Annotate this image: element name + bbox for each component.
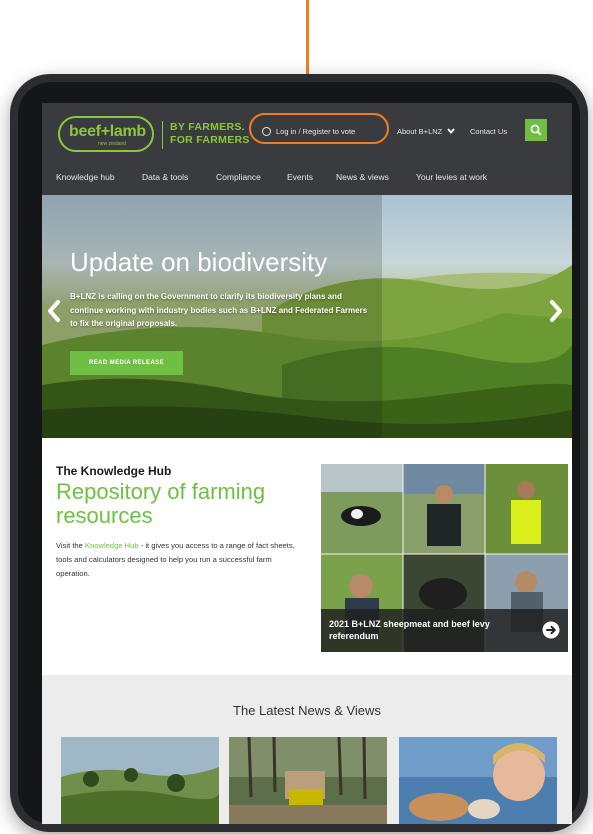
read-media-release-button[interactable]: READ MEDIA RELEASE — [70, 351, 183, 375]
chevron-down-icon — [447, 128, 456, 134]
news-card-2[interactable] — [229, 737, 387, 824]
news-image-forest — [61, 737, 219, 824]
latest-news-title: The Latest News & Views — [233, 703, 381, 718]
chevron-left-icon[interactable] — [46, 299, 62, 323]
feature-caption: 2021 B+LNZ sheepmeat and beef levy refer… — [329, 619, 490, 641]
tagline-line-1: BY FARMERS. — [170, 121, 245, 133]
logo-divider — [162, 121, 163, 149]
site-logo[interactable]: beef+lamb new zealand — [58, 116, 154, 152]
nav-item-knowledge-hub[interactable]: Knowledge hub — [56, 172, 115, 182]
knowledge-hub-body: Visit the Knowledge Hub - it gives you a… — [56, 539, 306, 581]
user-icon — [262, 127, 271, 136]
about-menu[interactable]: About B+LNZ — [397, 127, 456, 136]
main-nav: Knowledge hub Data & tools Compliance Ev… — [42, 159, 572, 195]
about-label: About B+LNZ — [397, 127, 443, 136]
news-image-logging — [229, 737, 387, 824]
logo-subtext: new zealand — [98, 141, 127, 147]
arrow-right-circle-icon[interactable] — [542, 621, 560, 639]
levy-referendum-feature[interactable]: 2021 B+LNZ sheepmeat and beef levy refer… — [321, 464, 568, 652]
chevron-right-icon[interactable] — [548, 299, 564, 323]
nav-item-levies[interactable]: Your levies at work — [416, 172, 487, 182]
knowledge-hub-eyebrow: The Knowledge Hub — [56, 464, 172, 478]
nav-item-events[interactable]: Events — [287, 172, 313, 182]
knowledge-hub-link[interactable]: Knowledge Hub — [85, 541, 139, 550]
nav-item-data-tools[interactable]: Data & tools — [142, 172, 188, 182]
website-screen: beef+lamb new zealand BY FARMERS. FOR FA… — [42, 103, 572, 824]
body-prefix: Visit the — [56, 541, 85, 550]
login-register-link[interactable]: Log in / Register to vote — [262, 127, 355, 136]
site-tagline: BY FARMERS. FOR FARMERS — [170, 121, 250, 147]
news-card-1[interactable] — [61, 737, 219, 824]
contact-us-link[interactable]: Contact Us — [470, 127, 507, 136]
search-icon — [530, 124, 542, 136]
latest-news-section: The Latest News & Views — [42, 675, 572, 824]
knowledge-hub-title: Repository of farming resources — [56, 479, 266, 528]
nav-item-news-views[interactable]: News & views — [336, 172, 389, 182]
hero-slider: Update on biodiversity B+LNZ is calling … — [42, 195, 572, 438]
news-card-3[interactable] — [399, 737, 557, 824]
tablet-frame: beef+lamb new zealand BY FARMERS. FOR FA… — [10, 74, 588, 832]
feature-caption-bar: 2021 B+LNZ sheepmeat and beef levy refer… — [321, 609, 568, 652]
hero-text: B+LNZ is calling on the Government to cl… — [70, 292, 368, 328]
site-header: beef+lamb new zealand BY FARMERS. FOR FA… — [42, 103, 572, 195]
page: beef+lamb new zealand BY FARMERS. FOR FA… — [0, 0, 593, 834]
news-image-child-eating — [399, 737, 557, 824]
search-button[interactable] — [525, 119, 547, 141]
hero-title: Update on biodiversity — [70, 247, 328, 277]
knowledge-hub-section: The Knowledge Hub Repository of farming … — [42, 438, 572, 675]
logo-text: beef+lamb — [69, 123, 146, 140]
tablet-bezel: beef+lamb new zealand BY FARMERS. FOR FA… — [18, 82, 580, 824]
login-label: Log in / Register to vote — [276, 127, 356, 136]
nav-item-compliance[interactable]: Compliance — [216, 172, 261, 182]
tagline-line-2: FOR FARMERS — [170, 134, 250, 146]
